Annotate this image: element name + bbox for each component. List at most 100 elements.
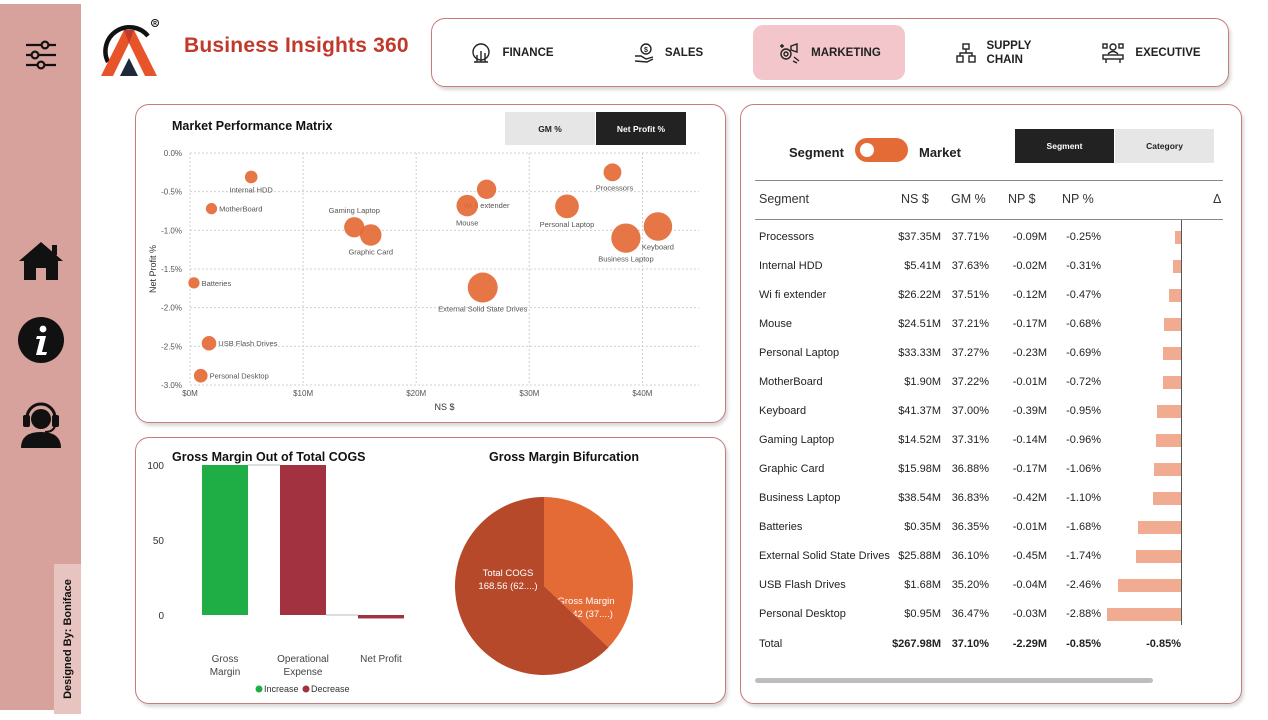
table-row[interactable]: Wi fi extender $26.22M 37.51% -0.12M -0.47% <box>755 281 1223 310</box>
col-delta[interactable]: Δ <box>1213 192 1221 206</box>
y-tick-label: 50 <box>153 536 165 547</box>
pie-title: Gross Margin Bifurcation <box>489 450 640 464</box>
cell-np: -0.45M <box>1012 550 1047 562</box>
legend-increase-marker <box>255 685 263 693</box>
table-row[interactable]: Keyboard $41.37M 37.00% -0.39M -0.95% <box>755 397 1223 426</box>
cell-ns: $15.98M <box>898 463 941 475</box>
filter-button[interactable] <box>0 40 81 70</box>
table-row[interactable]: Personal Desktop $0.95M 36.47% -0.03M -2.88% <box>755 600 1223 629</box>
cell-ns: $41.37M <box>898 405 941 417</box>
info-icon <box>17 317 64 363</box>
cell-name: Personal Laptop <box>759 347 840 359</box>
table-row[interactable]: MotherBoard $1.90M 37.22% -0.01M -0.72% <box>755 368 1223 397</box>
cell-gm: 36.47% <box>951 608 989 620</box>
cell-npp: -0.25% <box>1066 231 1101 243</box>
scatter-point <box>611 223 641 253</box>
table-row[interactable]: Personal Laptop $33.33M 37.27% -0.23M -0.69% <box>755 339 1223 368</box>
pie-slice-label: Total COGS <box>483 568 534 579</box>
cell-np: -0.42M <box>1012 492 1047 504</box>
tab-sales[interactable]: $ SALES <box>594 25 742 80</box>
filter-icon <box>25 40 56 70</box>
tab-marketing[interactable]: MARKETING <box>753 25 905 80</box>
table-row[interactable]: External Solid State Drives $25.88M 36.10%… <box>755 542 1223 571</box>
y-tick-label: -0.5% <box>161 188 182 197</box>
horizontal-scrollbar[interactable] <box>755 678 1153 683</box>
segment-button[interactable]: Segment <box>1015 129 1114 163</box>
col-ns[interactable]: NS $ <box>901 192 929 206</box>
table-row[interactable]: Business Laptop $38.54M 36.83% -0.42M -1.10% <box>755 484 1223 513</box>
delta-bar <box>1163 318 1181 331</box>
cell-ns: $25.88M <box>898 550 941 562</box>
support-button[interactable] <box>0 398 81 448</box>
cell-npp: -0.68% <box>1066 318 1101 330</box>
cell-npp: -0.69% <box>1066 347 1101 359</box>
sales-icon: $ <box>634 42 654 63</box>
scatter-point <box>188 277 200 289</box>
table-row[interactable]: Gaming Laptop $14.52M 37.31% -0.14M -0.96% <box>755 426 1223 455</box>
point-label: MotherBoard <box>219 205 262 214</box>
table-row[interactable]: Processors $37.35M 37.71% -0.09M -0.25% <box>755 223 1223 252</box>
x-tick-label: $40M <box>632 389 652 398</box>
cell-gm: 36.88% <box>951 463 989 475</box>
cell-ns: $5.41M <box>904 260 941 272</box>
cell-npp: -1.10% <box>1066 492 1101 504</box>
cell-gm: 35.20% <box>951 579 989 591</box>
table-row[interactable]: USB Flash Drives $1.68M 35.20% -0.04M -2.46% <box>755 571 1223 600</box>
scatter-point <box>456 194 478 217</box>
y-tick-label: 0 <box>158 611 164 622</box>
home-icon <box>18 242 63 280</box>
scatter-point <box>205 203 218 215</box>
cell-name: Graphic Card <box>759 463 825 475</box>
category-button[interactable]: Category <box>1115 129 1214 163</box>
point-label: Processors <box>596 183 634 192</box>
tab-executive[interactable]: EXECUTIVE <box>1078 25 1224 80</box>
point-label: Gaming Laptop <box>329 206 380 215</box>
home-button[interactable] <box>0 240 81 282</box>
category-label: Expense <box>284 667 323 678</box>
cell-np: -0.03M <box>1012 608 1047 620</box>
table-row[interactable]: Internal HDD $5.41M 37.63% -0.02M -0.31% <box>755 252 1223 281</box>
y-tick-label: -2.0% <box>161 304 182 313</box>
y-tick-label: 100 <box>147 461 164 472</box>
tab-supply-chain[interactable]: SUPPLY CHAIN <box>918 25 1068 80</box>
cell-np: -0.01M <box>1012 376 1047 388</box>
col-np-percent[interactable]: NP % <box>1062 192 1094 206</box>
point-label: Keyboard <box>642 243 674 252</box>
table-header: Segment NS $ GM % NP $ NP % Δ <box>755 180 1223 220</box>
col-segment[interactable]: Segment <box>759 192 809 206</box>
waterfall-bar <box>358 615 404 619</box>
cell-npp: -2.46% <box>1066 579 1101 591</box>
cell-gm: 36.10% <box>951 550 989 562</box>
delta-bar <box>1156 434 1181 447</box>
y-tick-label: -3.0% <box>161 381 182 390</box>
cell-np: -0.39M <box>1012 405 1047 417</box>
cell-np: -0.17M <box>1012 318 1047 330</box>
market-label: Market <box>919 145 961 160</box>
cell-np: -0.02M <box>1012 260 1047 272</box>
delta-bar <box>1107 608 1181 621</box>
table-row[interactable]: Graphic Card $15.98M 36.88% -0.17M -1.06% <box>755 455 1223 484</box>
pie-slice-value: 168.56 (62....) <box>478 581 537 592</box>
scatter-point <box>555 194 579 219</box>
col-np[interactable]: NP $ <box>1008 192 1036 206</box>
cell-npp: -0.72% <box>1066 376 1101 388</box>
col-gm[interactable]: GM % <box>951 192 986 206</box>
tab-finance[interactable]: FINANCE <box>438 25 586 80</box>
scatter-point <box>467 272 498 303</box>
cell-npp: -2.88% <box>1066 608 1101 620</box>
cell-name: Business Laptop <box>759 492 841 504</box>
delta-bar <box>1152 492 1181 505</box>
info-button[interactable] <box>0 316 81 364</box>
segment-label: Segment <box>789 145 844 160</box>
cell-npp: -1.06% <box>1066 463 1101 475</box>
cell-name: Gaming Laptop <box>759 434 835 446</box>
market-scatter-chart: 0.0% -0.5% -1.0% -1.5% -2.0% -2.5% -3.0%$0M $10… <box>148 149 699 412</box>
table-row[interactable]: Mouse $24.51M 37.21% -0.17M -0.68% <box>755 310 1223 339</box>
cell-ns: $24.51M <box>898 318 941 330</box>
legend-increase-label: Increase <box>264 684 299 694</box>
segment-market-switch[interactable] <box>855 138 908 162</box>
delta-bar <box>1173 260 1181 273</box>
x-tick-label: $20M <box>406 389 426 398</box>
table-row[interactable]: Batteries $0.35M 36.35% -0.01M -1.68% <box>755 513 1223 542</box>
waterfall-bar <box>280 465 326 615</box>
